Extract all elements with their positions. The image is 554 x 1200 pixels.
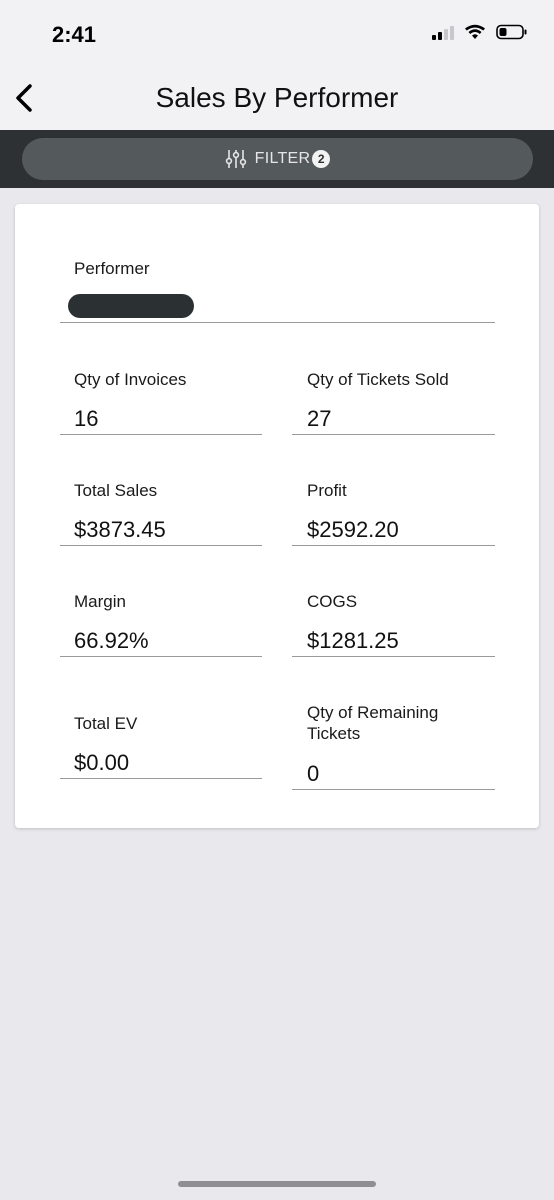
- total-sales-label: Total Sales: [74, 481, 158, 500]
- filter-bar: FILTER 2: [0, 130, 554, 188]
- total-sales-value: $3873.45: [74, 517, 166, 542]
- total-ev-label: Total EV: [74, 714, 138, 733]
- status-bar: 2:41: [0, 0, 554, 70]
- margin-label: Margin: [74, 592, 126, 611]
- total-ev-underline: [60, 778, 262, 779]
- profit-underline: [292, 545, 495, 546]
- qty-tickets-sold-label: Qty of Tickets Sold: [307, 370, 449, 389]
- status-time: 2:41: [52, 22, 97, 47]
- qty-remaining-label: Qty of Remaining Tickets: [307, 703, 439, 743]
- total-sales-underline: [60, 545, 262, 546]
- total-ev-value: $0.00: [74, 750, 130, 775]
- home-indicator[interactable]: [178, 1181, 376, 1187]
- margin-underline: [60, 656, 262, 657]
- qty-remaining-value: 0: [307, 761, 320, 786]
- performer-value-redacted: [68, 294, 194, 318]
- cogs-value: $1281.25: [307, 628, 399, 653]
- filter-label: FILTER: [254, 150, 311, 167]
- qty-invoices-value: 16: [74, 406, 99, 431]
- sales-summary-card: Performer Qty of Invoices 16 Qty of Tick…: [15, 204, 539, 828]
- filter-count-badge: 2: [312, 150, 331, 168]
- navigation-bar: Sales By Performer: [0, 70, 554, 130]
- performer-label: Performer: [74, 259, 150, 278]
- margin-value: 66.92%: [74, 628, 149, 653]
- qty-invoices-label: Qty of Invoices: [74, 370, 187, 389]
- qty-invoices-underline: [60, 434, 262, 435]
- performer-underline: [60, 322, 495, 323]
- filter-button[interactable]: FILTER 2: [22, 138, 533, 180]
- qty-tickets-sold-value: 27: [307, 406, 332, 431]
- status-icons: [432, 24, 528, 40]
- battery-icon: [496, 24, 527, 40]
- qty-tickets-sold-underline: [292, 434, 495, 435]
- profit-value: $2592.20: [307, 517, 399, 542]
- cogs-underline: [292, 656, 495, 657]
- cogs-label: COGS: [307, 592, 358, 611]
- wifi-icon: [465, 24, 485, 39]
- qty-remaining-underline: [292, 789, 495, 790]
- sliders-icon: [225, 150, 246, 168]
- cellular-signal-icon: [432, 24, 454, 40]
- page-title: Sales By Performer: [155, 82, 399, 113]
- profit-label: Profit: [307, 481, 347, 500]
